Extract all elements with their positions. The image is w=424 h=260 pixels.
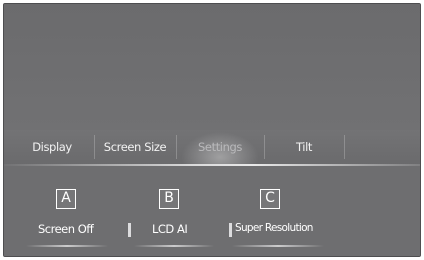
tab-display[interactable]: Display <box>12 130 92 164</box>
display-area <box>4 4 420 130</box>
callout-a: A <box>56 189 76 209</box>
tab-separator <box>94 135 95 159</box>
super-resolution-button[interactable]: Super Resolution <box>235 222 313 234</box>
callout-b: B <box>159 189 179 209</box>
lcd-ai-button[interactable]: LCD AI <box>152 222 188 236</box>
settings-panel: A B C Screen Off LCD AI Super Resolution <box>4 166 420 256</box>
tab-separator <box>264 135 265 159</box>
tab-bar: Display Screen Size Settings Tilt <box>4 130 420 166</box>
screen-off-underline <box>26 245 108 247</box>
tab-settings[interactable]: Settings <box>178 130 262 164</box>
tab-separator <box>344 135 345 159</box>
screen-off-button[interactable]: Screen Off <box>38 222 94 236</box>
super-resolution-underline <box>232 245 324 247</box>
lcd-ai-indicator <box>128 223 131 237</box>
callout-c: C <box>260 189 280 209</box>
tab-separator <box>176 135 177 159</box>
tab-tilt[interactable]: Tilt <box>266 130 342 164</box>
super-resolution-indicator <box>229 223 232 237</box>
display-screen: Display Screen Size Settings Tilt A B C … <box>3 3 421 257</box>
lcd-ai-underline <box>134 245 214 247</box>
tab-screen-size[interactable]: Screen Size <box>96 130 174 164</box>
